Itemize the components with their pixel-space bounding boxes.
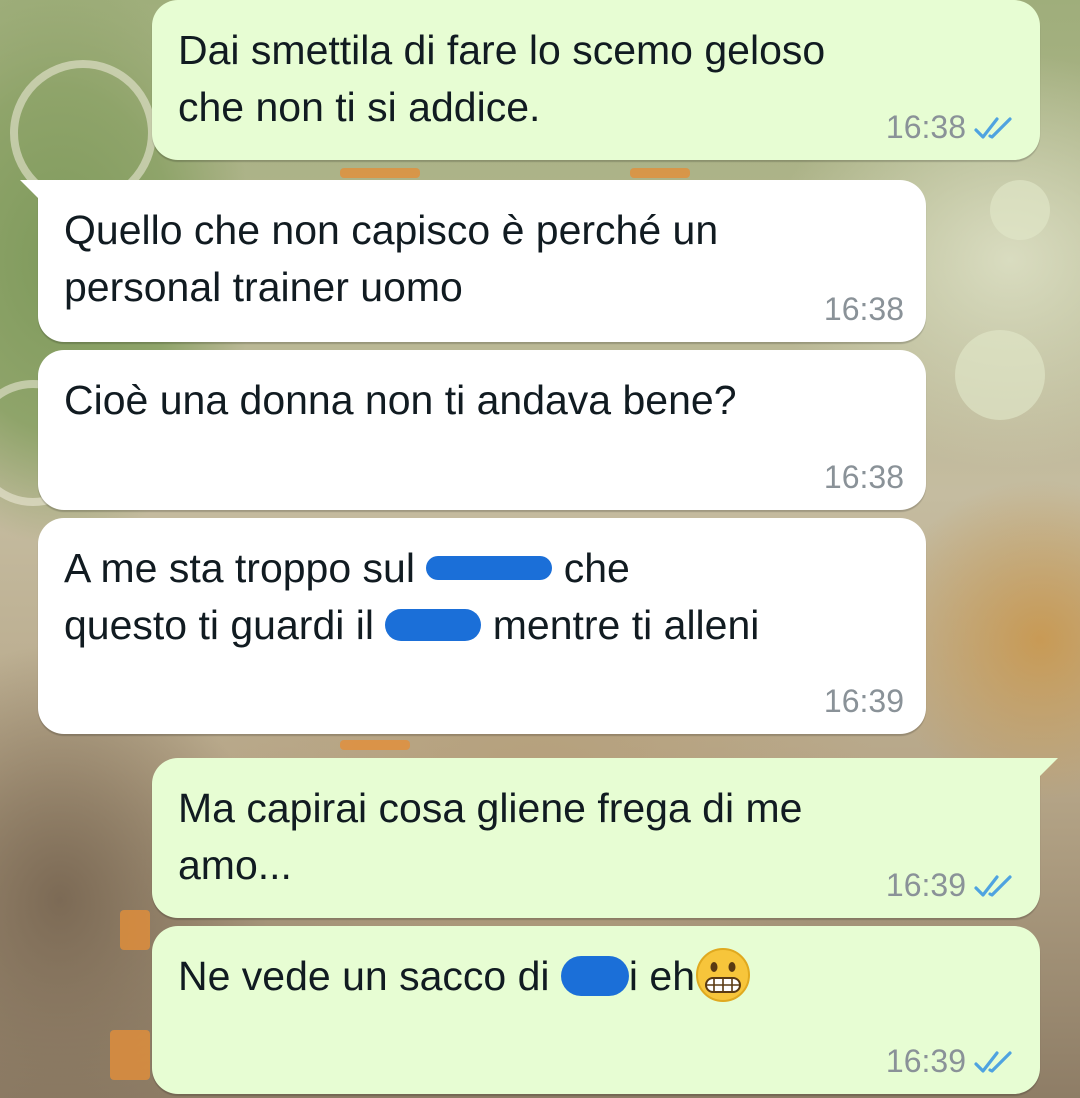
double-check-read-icon bbox=[974, 116, 1012, 139]
bubble-tail bbox=[1032, 758, 1058, 784]
double-check-read-icon bbox=[974, 1050, 1012, 1073]
redaction-mark bbox=[426, 556, 553, 581]
message-text: Dai smettila di fare lo scemo geloso che… bbox=[178, 27, 826, 130]
message-text: Quello che non capisco è perché un perso… bbox=[64, 207, 719, 310]
message-bubble-incoming[interactable]: A me sta troppo sul che questo ti guardi… bbox=[38, 518, 926, 734]
message-time: 16:39 bbox=[823, 683, 904, 719]
message-meta: 16:39 bbox=[824, 683, 904, 720]
message-text-segment: A me sta troppo sul bbox=[64, 545, 427, 591]
message-meta: 16:38 bbox=[824, 459, 904, 496]
message-meta: 16:38 bbox=[886, 109, 1018, 146]
message-bubble-outgoing[interactable]: Ne vede un sacco di i eh 16:39 bbox=[152, 926, 1040, 1094]
redaction-mark bbox=[385, 609, 482, 642]
message-text-segment: i eh bbox=[628, 953, 696, 999]
message-meta: 16:38 bbox=[824, 291, 904, 328]
double-check-read-icon bbox=[974, 874, 1012, 897]
message-meta: 16:39 bbox=[886, 1043, 1018, 1080]
message-time: 16:38 bbox=[885, 109, 966, 145]
message-bubble-incoming[interactable]: Cioè una donna non ti andava bene? 16:38 bbox=[38, 350, 926, 510]
message-meta: 16:39 bbox=[886, 867, 1018, 904]
message-bubble-incoming[interactable]: Quello che non capisco è perché un perso… bbox=[20, 180, 926, 342]
message-time: 16:39 bbox=[885, 867, 966, 903]
message-text: A me sta troppo sul che questo ti guardi… bbox=[64, 540, 759, 654]
message-time: 16:38 bbox=[823, 459, 904, 495]
message-time: 16:38 bbox=[823, 291, 904, 327]
message-text: Ne vede un sacco di i eh bbox=[178, 948, 751, 1007]
message-text: Cioè una donna non ti andava bene? bbox=[64, 377, 737, 423]
grimacing-face-emoji bbox=[696, 948, 751, 1003]
bubble-tail bbox=[20, 180, 46, 206]
message-text-segment: mentre ti alleni bbox=[481, 602, 760, 648]
message-text: Ma capirai cosa gliene frega di me amo..… bbox=[178, 785, 803, 888]
message-bubble-outgoing[interactable]: Ma capirai cosa gliene frega di me amo..… bbox=[152, 758, 1058, 918]
message-text-segment: questo ti guardi il bbox=[64, 602, 386, 648]
chat-message-list[interactable]: Dai smettila di fare lo scemo geloso che… bbox=[0, 0, 1080, 1098]
message-bubble-outgoing[interactable]: Dai smettila di fare lo scemo geloso che… bbox=[152, 0, 1040, 160]
message-text-segment: che bbox=[552, 545, 630, 591]
redaction-mark bbox=[560, 956, 629, 997]
message-text-segment: Ne vede un sacco di bbox=[178, 953, 561, 999]
message-time: 16:39 bbox=[885, 1043, 966, 1079]
